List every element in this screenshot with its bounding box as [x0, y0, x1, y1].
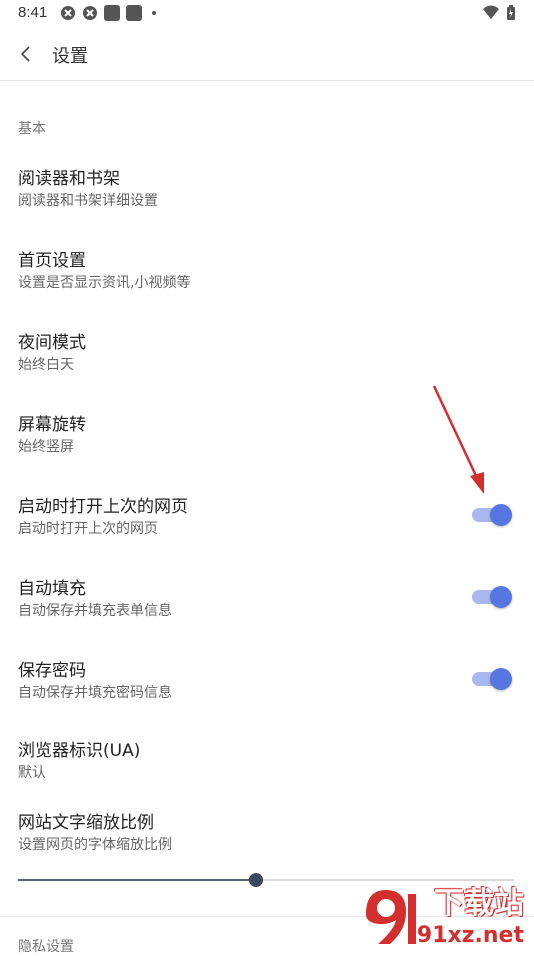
setting-homepage[interactable]: 首页设置 设置是否显示资讯,小视频等	[0, 232, 534, 314]
restore-last-page-toggle[interactable]	[472, 502, 512, 526]
watermark: 下载站 91xz.net	[354, 880, 534, 950]
slider-thumb[interactable]	[249, 873, 263, 887]
setting-title: 夜间模式	[18, 333, 86, 353]
system-icons	[482, 5, 516, 21]
app-bar: 设置	[0, 28, 534, 81]
setting-user-agent[interactable]: 浏览器标识(UA) 默认	[0, 724, 534, 806]
wifi-icon	[483, 5, 499, 19]
section-header-basic: 基本	[18, 121, 46, 137]
app-notification-icon	[61, 6, 75, 20]
setting-subtitle: 阅读器和书架详细设置	[18, 193, 158, 209]
more-notifications-icon	[152, 11, 156, 15]
setting-subtitle: 自动保存并填充密码信息	[18, 685, 172, 701]
section-header-privacy: 隐私设置	[18, 939, 74, 955]
status-bar: 8:41	[0, 0, 534, 28]
setting-subtitle: 自动保存并填充表单信息	[18, 603, 172, 619]
battery-icon	[507, 5, 515, 20]
setting-title: 自动填充	[18, 579, 86, 599]
save-password-toggle[interactable]	[472, 666, 512, 690]
toggle-thumb	[490, 668, 512, 690]
back-arrow-icon[interactable]	[14, 42, 38, 66]
setting-subtitle: 默认	[18, 765, 46, 781]
watermark-logo-icon	[366, 890, 416, 944]
setting-title: 网站文字缩放比例	[18, 813, 154, 833]
setting-save-password[interactable]: 保存密码 自动保存并填充密码信息	[0, 642, 534, 724]
app-notification-icon	[126, 5, 142, 21]
setting-font-scale: 网站文字缩放比例 设置网页的字体缩放比例	[0, 796, 534, 878]
setting-title: 首页设置	[18, 251, 86, 271]
watermark-text-bottom: 91xz.net	[416, 923, 524, 948]
autofill-toggle[interactable]	[472, 584, 512, 608]
setting-title: 屏幕旋转	[18, 415, 86, 435]
setting-reader-bookshelf[interactable]: 阅读器和书架 阅读器和书架详细设置	[0, 150, 534, 232]
slider-filled-track	[18, 879, 256, 881]
notification-icons	[60, 5, 156, 21]
setting-subtitle: 启动时打开上次的网页	[18, 521, 158, 537]
setting-title: 浏览器标识(UA)	[18, 741, 141, 761]
setting-title: 阅读器和书架	[18, 169, 120, 189]
setting-title: 保存密码	[18, 661, 86, 681]
watermark-text-top: 下载站	[434, 886, 524, 921]
toggle-thumb	[490, 586, 512, 608]
setting-subtitle: 始终竖屏	[18, 439, 74, 455]
setting-autofill[interactable]: 自动填充 自动保存并填充表单信息	[0, 560, 534, 642]
setting-subtitle: 始终白天	[18, 357, 74, 373]
page-title: 设置	[52, 46, 88, 67]
annotation-arrow-icon	[432, 385, 484, 494]
status-time: 8:41	[18, 4, 48, 21]
setting-subtitle: 设置网页的字体缩放比例	[18, 837, 172, 853]
app-notification-icon	[83, 6, 97, 20]
setting-subtitle: 设置是否显示资讯,小视频等	[18, 275, 191, 291]
toggle-thumb	[490, 504, 512, 526]
setting-title: 启动时打开上次的网页	[18, 497, 188, 517]
app-notification-icon	[104, 5, 120, 21]
